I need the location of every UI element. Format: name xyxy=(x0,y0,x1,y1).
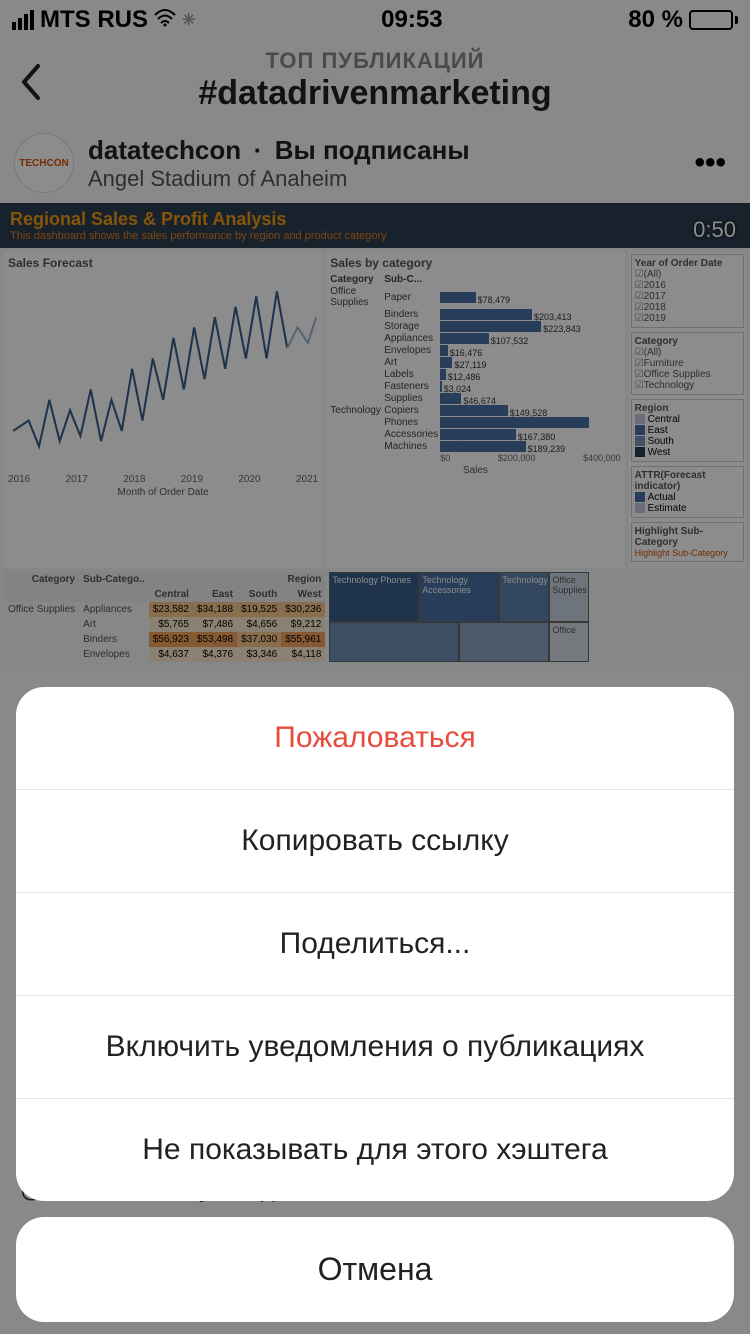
action-report[interactable]: Пожаловаться xyxy=(16,687,734,790)
action-share[interactable]: Поделиться... xyxy=(16,893,734,996)
action-cancel[interactable]: Отмена xyxy=(16,1217,734,1322)
action-hide-hashtag[interactable]: Не показывать для этого хэштега xyxy=(16,1099,734,1201)
action-copy-link[interactable]: Копировать ссылку xyxy=(16,790,734,893)
action-enable-notifications[interactable]: Включить уведомления о публикациях xyxy=(16,996,734,1099)
action-sheet: Пожаловаться Копировать ссылку Поделитьс… xyxy=(16,687,734,1322)
